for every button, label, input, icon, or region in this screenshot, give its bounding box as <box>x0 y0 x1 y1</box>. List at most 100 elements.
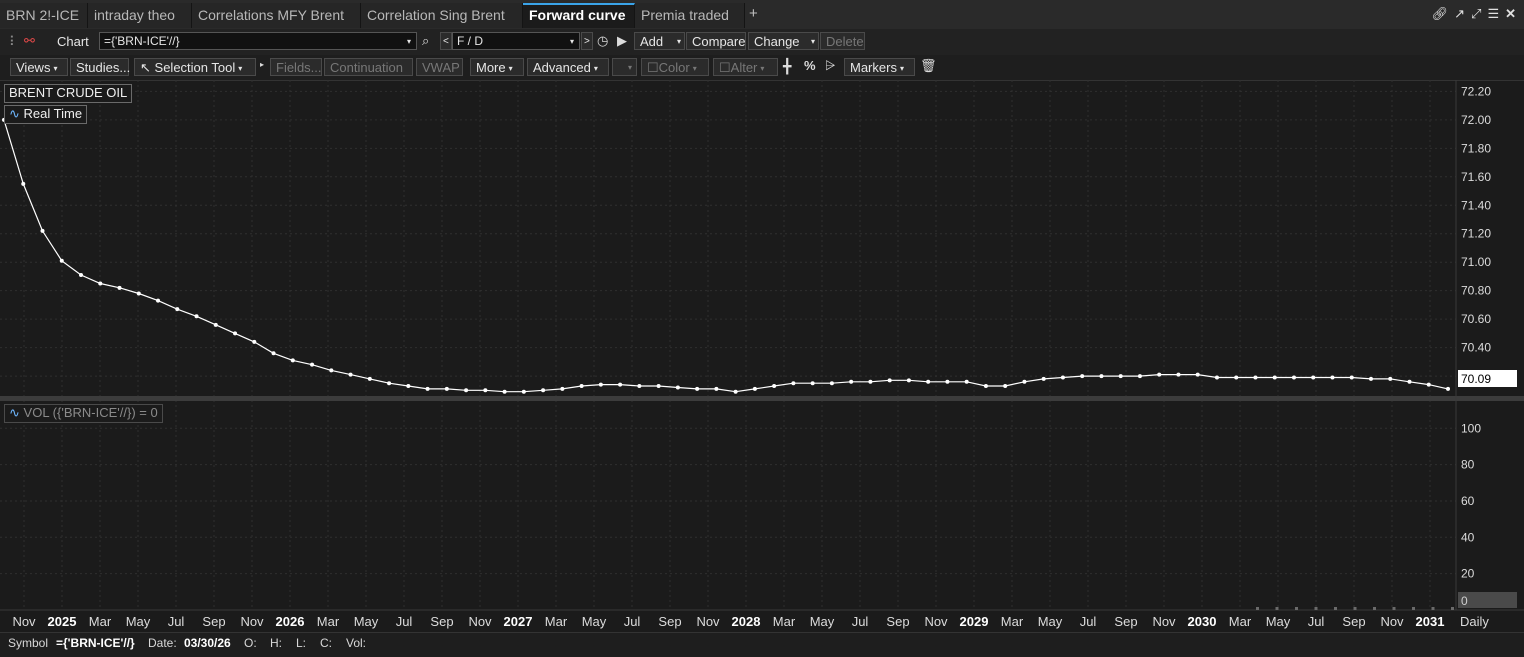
pane-splitter[interactable] <box>0 396 1524 401</box>
more-label: More <box>476 60 506 75</box>
compare-button[interactable]: Compare <box>686 32 746 50</box>
curve-point <box>310 362 315 367</box>
add-button[interactable]: Add ▾ <box>634 32 685 50</box>
time-tick-label: Jul <box>852 614 869 629</box>
delete-button[interactable]: Delete <box>820 32 865 50</box>
curve-point <box>810 381 815 386</box>
status-date-value: 03/30/26 <box>184 636 231 650</box>
curve-point <box>464 388 469 393</box>
price-tick-label: 70.60 <box>1461 312 1491 326</box>
maximize-icon[interactable]: ⤢ <box>1471 6 1481 22</box>
menu-icon[interactable]: ☰ <box>1487 6 1499 22</box>
curve-point <box>1195 372 1200 377</box>
time-tick-label: Sep <box>658 614 681 629</box>
close-icon[interactable]: ✕ <box>1505 6 1516 22</box>
interval-label[interactable]: Daily <box>1460 614 1489 629</box>
continuation-button[interactable]: Continuation <box>324 58 413 76</box>
percent-icon[interactable]: % <box>804 58 816 73</box>
forward-curve-chart[interactable]: 72.20 72.00 71.80 71.60 71.40 71.20 71.00 70.80… <box>0 80 1524 656</box>
markers-label: Markers <box>850 60 897 75</box>
period-prev-button[interactable]: < <box>440 32 452 50</box>
curve-point <box>1311 375 1316 380</box>
status-close-key: C: <box>320 636 332 650</box>
volume-axis[interactable]: 100 80 60 40 20 <box>1461 421 1481 580</box>
curve-point <box>1388 376 1393 381</box>
caret-down-icon[interactable]: ▾ <box>677 33 681 50</box>
volume-bar <box>1295 607 1298 610</box>
tab-intraday-theo[interactable]: intraday theo <box>88 3 192 28</box>
last-price-label: 70.09 <box>1461 372 1491 386</box>
scale-icon[interactable]: ⩥ <box>825 58 835 74</box>
change-button[interactable]: Change ▾ <box>748 32 819 50</box>
tab-correlations-mfy-brent[interactable]: Correlations MFY Brent <box>192 3 361 28</box>
tab-premia-traded[interactable]: Premia traded <box>635 3 745 28</box>
caret-down-icon[interactable]: ▾ <box>407 33 411 50</box>
curve-point <box>136 291 141 296</box>
price-axis[interactable]: 72.20 72.00 71.80 71.60 71.40 71.20 71.00 70.80… <box>1461 84 1491 383</box>
curve-point <box>1137 374 1142 379</box>
status-volume-key: Vol: <box>346 636 367 650</box>
link-broken-icon[interactable]: ⚯ <box>24 33 35 49</box>
advanced-button[interactable]: Advanced ▾ <box>527 58 609 76</box>
views-button[interactable]: Views ▾ <box>10 58 68 76</box>
studies-button[interactable]: Studies... <box>70 58 130 76</box>
price-tick-label: 71.20 <box>1461 227 1491 241</box>
curve-point <box>772 384 777 389</box>
curve-point <box>79 273 84 278</box>
search-icon[interactable]: ⌕ <box>422 33 429 49</box>
color-button[interactable]: ☐Color ▾ <box>641 58 709 76</box>
curve-point <box>40 228 45 233</box>
crosshair-icon[interactable]: ╋ <box>783 58 791 75</box>
curve-point <box>964 379 969 384</box>
tab-brn[interactable]: BRN 2!-ICE <box>0 3 88 28</box>
curve-point <box>213 322 218 327</box>
series-legend[interactable]: ∿ Real Time <box>4 105 88 124</box>
time-tick-label: 2025 <box>48 614 77 629</box>
caret-down-icon: ▾ <box>760 64 765 74</box>
vwap-button[interactable]: VWAP <box>416 58 463 76</box>
checkbox-icon: ☐ <box>647 60 659 75</box>
selection-tool-button[interactable]: ↖ Selection Tool ▾ <box>134 58 256 76</box>
curve-point <box>1426 382 1431 387</box>
symbol-input[interactable]: ={'BRN-ICE'//} ▾ <box>99 32 417 50</box>
curve-point <box>868 379 873 384</box>
caret-down-icon: ▾ <box>899 64 904 74</box>
fields-button[interactable]: Fields... <box>270 58 322 76</box>
curve-point <box>329 368 334 373</box>
caret-right-icon[interactable]: ▸ <box>260 60 264 69</box>
caret-down-icon: ▾ <box>627 63 632 72</box>
curve-point <box>483 388 488 393</box>
caret-down-icon[interactable]: ▾ <box>570 33 574 50</box>
add-tab-button[interactable]: + <box>749 5 758 22</box>
volume-legend[interactable]: ∿ VOL ({'BRN-ICE'//}) = 0 <box>4 404 163 423</box>
popout-icon[interactable]: ↗ <box>1454 6 1465 22</box>
more-button[interactable]: More ▾ <box>470 58 524 76</box>
markers-button[interactable]: Markers ▾ <box>844 58 915 76</box>
status-high-key: H: <box>270 636 282 650</box>
period-next-button[interactable]: > <box>581 32 593 50</box>
clock-icon[interactable]: ◷ <box>597 33 608 49</box>
drag-handle-icon[interactable]: ⠇ <box>9 34 19 50</box>
tab-forward-curve[interactable]: Forward curve <box>523 3 635 28</box>
alter-button[interactable]: ☐Alter ▾ <box>713 58 778 76</box>
curve-point <box>1368 376 1373 381</box>
curve-point <box>367 376 372 381</box>
price-tick-label: 70.40 <box>1461 341 1491 355</box>
caret-down-icon[interactable]: ▾ <box>811 33 815 50</box>
curve-point <box>252 339 257 344</box>
time-tick-label: Mar <box>545 614 568 629</box>
time-axis[interactable]: Nov 2025 Mar May Jul Sep Nov 2026 Mar May Jul Sep No… <box>12 614 1444 629</box>
tab-correlation-sing-brent[interactable]: Correlation Sing Brent <box>361 3 523 28</box>
trash-icon[interactable]: 🗑︎ <box>920 58 937 74</box>
play-icon[interactable]: ▶ <box>617 33 627 49</box>
curve-point <box>502 389 507 394</box>
price-tick-label: 70.80 <box>1461 284 1491 298</box>
link-icon[interactable]: 🔗︎ <box>1432 6 1449 22</box>
time-tick-label: Nov <box>696 614 720 629</box>
line-style-dropdown[interactable]: ▾ <box>612 58 637 76</box>
time-tick-label: Nov <box>924 614 948 629</box>
curve-point <box>983 384 988 389</box>
studies-toolbar: Views ▾ Studies... ↖ Selection Tool ▾ ▸ Fi… <box>0 55 1524 81</box>
time-tick-label: 2029 <box>960 614 989 629</box>
period-input[interactable]: F / D ▾ <box>452 32 580 50</box>
